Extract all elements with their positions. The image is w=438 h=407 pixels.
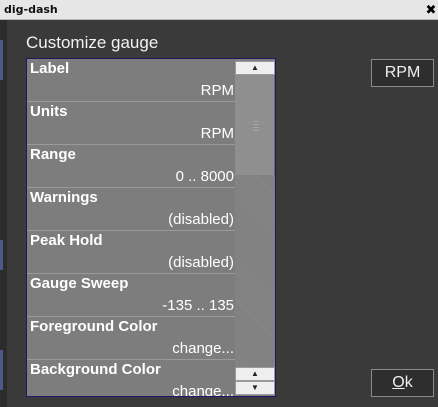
grip-icon — [253, 121, 259, 131]
item-value: change... — [172, 383, 234, 396]
item-value: RPM — [200, 82, 234, 99]
settings-list-items[interactable]: Label RPM Units RPM Range 0 .. 8000 Warn… — [27, 59, 235, 396]
list-item-units[interactable]: Units RPM — [27, 102, 235, 145]
item-label: Gauge Sweep — [30, 275, 129, 292]
edge-accent — [0, 40, 3, 80]
list-item-background-color[interactable]: Background Color change... — [27, 360, 235, 396]
title-bar[interactable]: dig-dash ✖ — [0, 0, 438, 20]
list-item-warnings[interactable]: Warnings (disabled) — [27, 188, 235, 231]
item-label: Units — [30, 103, 68, 120]
item-label: Background Color — [30, 361, 161, 378]
item-label: Label — [30, 60, 70, 77]
edge-accent — [0, 240, 3, 270]
scrollbar-thumb[interactable] — [235, 75, 275, 175]
window-title: dig-dash — [4, 3, 58, 16]
item-label: Warnings — [30, 189, 98, 206]
left-edge-strip — [0, 20, 7, 407]
list-item-range[interactable]: Range 0 .. 8000 — [27, 145, 235, 188]
list-item-peak-hold[interactable]: Peak Hold (disabled) — [27, 231, 235, 274]
item-value: change... — [172, 340, 234, 357]
item-label: Peak Hold — [30, 232, 103, 249]
scroll-up-icon[interactable]: ▲ — [235, 61, 275, 75]
scroll-up-bottom-icon[interactable]: ▲ — [235, 367, 275, 381]
ok-label-rest: k — [404, 374, 413, 391]
list-item-label[interactable]: Label RPM — [27, 59, 235, 102]
edge-accent — [0, 350, 3, 390]
item-value: (disabled) — [168, 254, 234, 271]
item-value: (disabled) — [168, 211, 234, 228]
scroll-down-icon[interactable]: ▼ — [235, 381, 275, 395]
gauge-preview-button[interactable]: RPM — [371, 59, 434, 87]
item-label: Foreground Color — [30, 318, 158, 335]
list-item-gauge-sweep[interactable]: Gauge Sweep -135 .. 135 — [27, 274, 235, 317]
item-value: -135 .. 135 — [162, 297, 234, 314]
item-value: RPM — [200, 125, 234, 142]
list-item-foreground-color[interactable]: Foreground Color change... — [27, 317, 235, 360]
item-value: 0 .. 8000 — [175, 168, 234, 185]
list-scrollbar[interactable]: ▲ ▲ ▼ — [235, 59, 275, 396]
ok-button[interactable]: Ok — [371, 369, 434, 397]
dialog-title: Customize gauge — [26, 33, 159, 52]
dialog-window: dig-dash ✖ Customize gauge Label RPM Uni… — [0, 0, 438, 407]
settings-list[interactable]: Label RPM Units RPM Range 0 .. 8000 Warn… — [26, 58, 276, 397]
ok-mnemonic: O — [392, 374, 405, 391]
item-label: Range — [30, 146, 76, 163]
close-icon[interactable]: ✖ — [424, 1, 438, 18]
